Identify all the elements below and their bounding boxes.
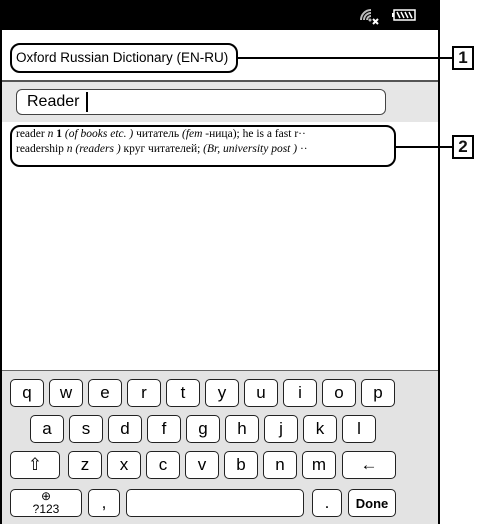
- key-z[interactable]: z: [68, 451, 102, 479]
- text-cursor: [86, 92, 88, 112]
- symbols-key-label: ?123: [32, 502, 60, 516]
- key-w[interactable]: w: [49, 379, 83, 407]
- result-gloss-2: (Br, university post ): [203, 143, 298, 155]
- callout-label-2: 2: [452, 135, 474, 159]
- space-key[interactable]: [126, 489, 304, 517]
- reader-screen: Oxford Russian Dictionary (EN-RU) reader…: [0, 0, 440, 524]
- key-t[interactable]: t: [166, 379, 200, 407]
- period-key[interactable]: .: [312, 489, 342, 517]
- result-gloss: (readers ): [75, 143, 121, 155]
- key-q[interactable]: q: [10, 379, 44, 407]
- key-l[interactable]: l: [342, 415, 376, 443]
- search-bar: [2, 82, 438, 122]
- key-a[interactable]: a: [30, 415, 64, 443]
- key-p[interactable]: p: [361, 379, 395, 407]
- result-ellipsis: ··: [299, 143, 308, 155]
- key-v[interactable]: v: [185, 451, 219, 479]
- key-f[interactable]: f: [147, 415, 181, 443]
- shift-key[interactable]: ⇧: [10, 451, 60, 479]
- result-headword: readership: [16, 143, 64, 155]
- status-bar: [2, 0, 438, 30]
- result-pos: n: [47, 128, 54, 140]
- result-gloss: (of books etc. ): [64, 128, 134, 140]
- key-u[interactable]: u: [244, 379, 278, 407]
- key-d[interactable]: d: [108, 415, 142, 443]
- key-s[interactable]: s: [69, 415, 103, 443]
- result-gloss-2: (fem: [181, 128, 203, 140]
- key-r[interactable]: r: [127, 379, 161, 407]
- result-pos: n: [66, 143, 73, 155]
- comma-key[interactable]: ,: [88, 489, 120, 517]
- key-b[interactable]: b: [224, 451, 258, 479]
- on-screen-keyboard: qwertyuiop asdfghjkl ⇧ ← zxcvbnm ⊕ ?123 …: [2, 370, 438, 524]
- dictionary-title-bar[interactable]: Oxford Russian Dictionary (EN-RU): [2, 30, 438, 82]
- key-m[interactable]: m: [302, 451, 336, 479]
- callout-label-1: 1: [452, 46, 474, 70]
- key-e[interactable]: e: [88, 379, 122, 407]
- result-translation: читатель: [136, 128, 180, 140]
- result-item-reader[interactable]: reader n 1 (of books etc. ) читатель (fe…: [16, 128, 394, 140]
- backspace-key[interactable]: ←: [342, 451, 396, 479]
- key-x[interactable]: x: [107, 451, 141, 479]
- result-translation: круг читателей;: [123, 143, 201, 155]
- battery-icon: [392, 9, 416, 21]
- result-form: -ница);: [205, 128, 240, 140]
- key-k[interactable]: k: [303, 415, 337, 443]
- search-input[interactable]: [16, 89, 386, 115]
- key-g[interactable]: g: [186, 415, 220, 443]
- result-item-readership[interactable]: readership n (readers ) круг читателей; …: [16, 143, 394, 155]
- symbols-key[interactable]: ⊕ ?123: [10, 489, 82, 517]
- result-rest: he is a fast r: [242, 128, 299, 140]
- result-ellipsis: ··: [298, 128, 306, 140]
- dictionary-title[interactable]: Oxford Russian Dictionary (EN-RU): [16, 50, 228, 65]
- result-headword: reader: [16, 128, 45, 140]
- key-j[interactable]: j: [264, 415, 298, 443]
- key-c[interactable]: c: [146, 451, 180, 479]
- done-key[interactable]: Done: [348, 489, 396, 517]
- key-o[interactable]: o: [322, 379, 356, 407]
- results-list: reader n 1 (of books etc. ) читатель (fe…: [2, 122, 438, 370]
- key-i[interactable]: i: [283, 379, 317, 407]
- key-h[interactable]: h: [225, 415, 259, 443]
- result-sense: 1: [56, 128, 62, 140]
- key-y[interactable]: y: [205, 379, 239, 407]
- key-n[interactable]: n: [263, 451, 297, 479]
- wifi-off-icon: [360, 9, 379, 25]
